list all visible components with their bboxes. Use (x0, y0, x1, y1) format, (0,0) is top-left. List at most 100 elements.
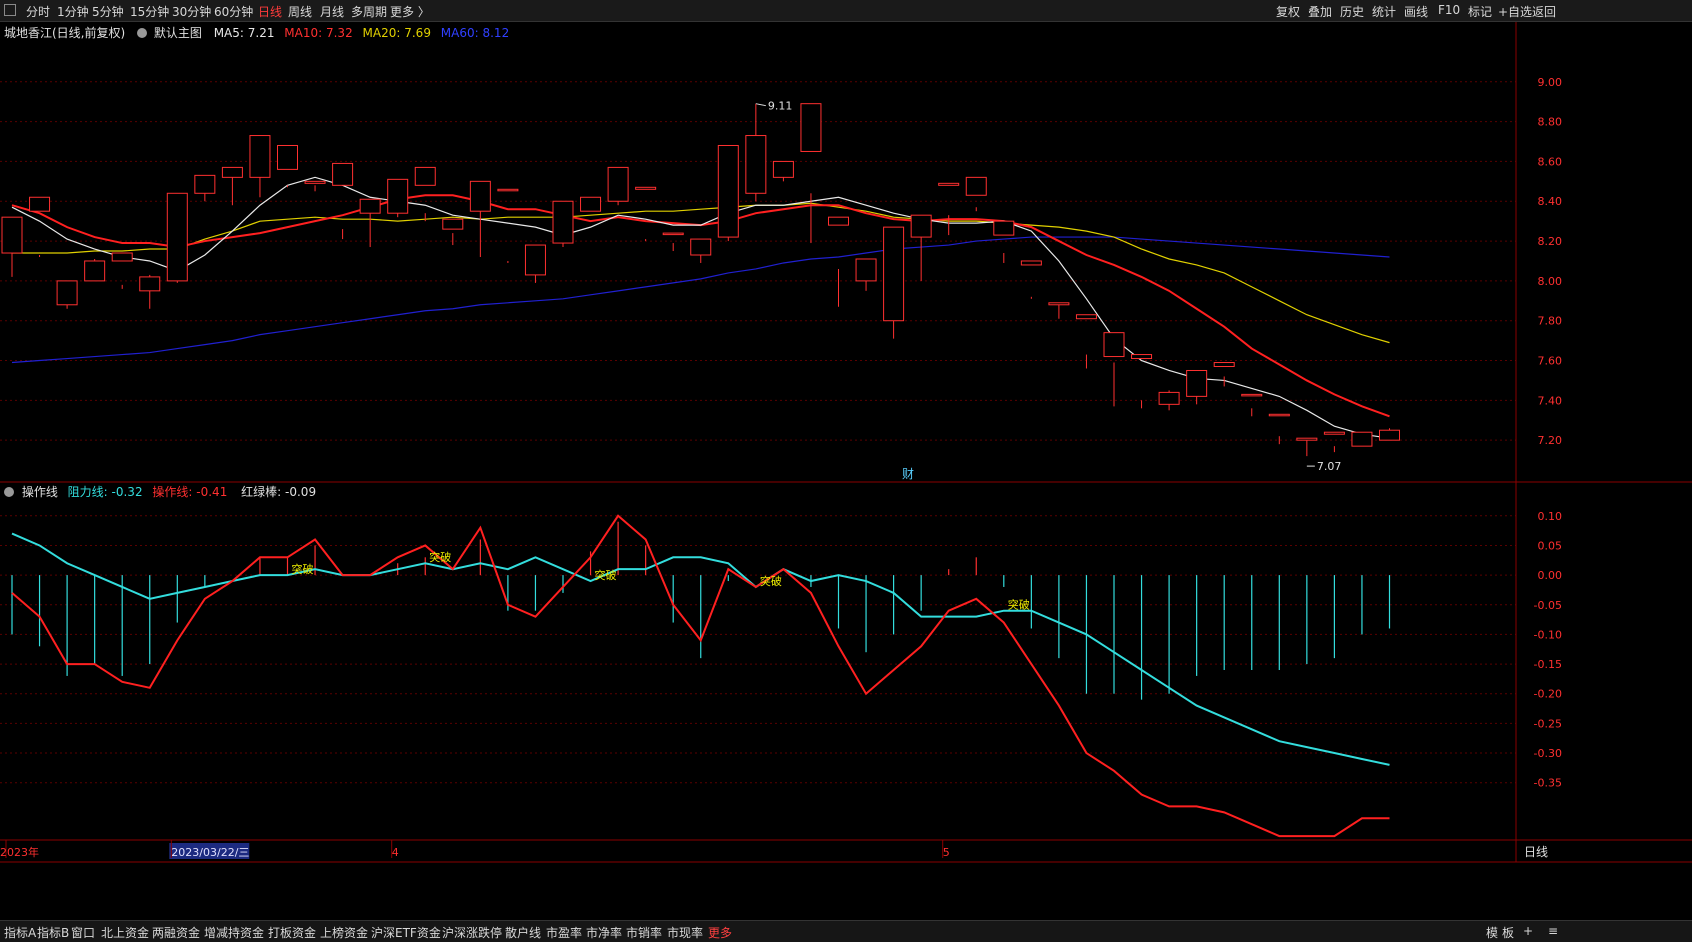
candle-body-up (828, 216, 849, 226)
indicator-tab-12[interactable]: 市净率 (586, 924, 622, 941)
toolbar-right-5[interactable]: F10 (1438, 3, 1460, 17)
indicator-tab-6[interactable]: 打板资金 (268, 924, 316, 941)
candle-body-up (552, 200, 574, 244)
period-tab-9[interactable]: 多周期 (351, 3, 387, 20)
period-tab-5[interactable]: 60分钟 (214, 3, 253, 20)
toolbar-right-0[interactable]: 复权 (1276, 3, 1300, 20)
indicator-tab-1[interactable]: 指标B (37, 924, 69, 941)
candle-body-up (139, 276, 161, 292)
sub-ytick: -0.15 (1534, 658, 1562, 671)
main-ytick: 9.00 (1538, 76, 1563, 89)
main-ytick: 8.60 (1538, 155, 1563, 168)
stock-title: 城地香江(日线,前复权) (4, 26, 126, 40)
indicator-tab-11[interactable]: 市盈率 (546, 924, 582, 941)
candle-body-up (414, 166, 436, 186)
xaxis-label: 4 (392, 846, 399, 859)
period-tab-2[interactable]: 5分钟 (92, 3, 124, 20)
bottom-right-1[interactable]: 板 (1502, 924, 1514, 941)
indicator-tab-15[interactable]: 更多 (708, 924, 732, 941)
main-ytick: 7.60 (1538, 355, 1563, 368)
period-tab-10[interactable]: 更多 〉 (390, 3, 430, 20)
main-ytick: 8.80 (1538, 116, 1563, 129)
indicator-tab-4[interactable]: 两融资金 (152, 924, 200, 941)
toolbar-right-1[interactable]: 叠加 (1308, 3, 1332, 20)
candle-body-up (1186, 369, 1208, 397)
toolbar-right-4[interactable]: 画线 (1404, 3, 1428, 20)
candle-body-up (332, 162, 354, 186)
oper-value: 操作线: -0.41 (152, 485, 228, 499)
indicator-tab-9[interactable]: 沪深涨跌停 (442, 924, 502, 941)
redgreen-value: 红绿棒: -0.09 (241, 485, 317, 499)
xaxis-label: 2023/03/22/三 (171, 846, 249, 859)
candle-body-up (745, 135, 767, 194)
candle-body-up (1158, 391, 1180, 405)
finance-marker: 财 (902, 467, 914, 481)
indicator-tab-14[interactable]: 市现率 (667, 924, 703, 941)
toolbar-right-6[interactable]: 标记 (1468, 3, 1492, 20)
candle-body-up (442, 218, 464, 230)
main-ytick: 8.20 (1538, 235, 1563, 248)
window-icon[interactable] (4, 4, 16, 16)
indicator-tab-8[interactable]: 沪深ETF资金 (371, 924, 441, 941)
sub-ytick: 0.10 (1538, 510, 1563, 523)
breakout-label: 突破 (595, 568, 617, 582)
breakout-label: 突破 (1008, 598, 1030, 612)
main-ytick: 8.00 (1538, 275, 1563, 288)
period-tab-8[interactable]: 月线 (320, 3, 344, 20)
candle-body-up (883, 226, 905, 322)
candle-body-up (469, 180, 491, 212)
toolbar-right-3[interactable]: 统计 (1372, 3, 1396, 20)
breakout-label: 突破 (429, 550, 451, 564)
candle-body-up (580, 196, 602, 212)
candle-body-up (717, 144, 739, 238)
sub-ytick: -0.05 (1534, 599, 1562, 612)
sub-indicator-icon[interactable] (4, 487, 14, 497)
ma10-value: MA10: 7.32 (284, 26, 353, 40)
sub-indicator-name[interactable]: 操作线 (22, 485, 58, 499)
xaxis-label: 2023年 (0, 845, 39, 859)
bottom-right-2[interactable]: + (1523, 924, 1533, 938)
candle-body-up (29, 196, 51, 212)
sub-ytick: -0.35 (1534, 777, 1562, 790)
candle-body-up (607, 166, 629, 202)
template-icon[interactable] (137, 28, 148, 38)
candle-body-up (1048, 302, 1070, 306)
indicator-tab-10[interactable]: 散户线 (505, 924, 541, 941)
indicator-tab-0[interactable]: 指标A (4, 924, 36, 941)
period-tab-4[interactable]: 30分钟 (172, 3, 211, 20)
period-tab-6[interactable]: 日线 (258, 3, 282, 20)
ma60-value: MA60: 8.12 (440, 26, 510, 40)
period-tab-1[interactable]: 1分钟 (57, 3, 89, 20)
period-tab-7[interactable]: 周线 (288, 3, 312, 20)
bottom-indicator-bar: 指标A 指标B 窗口 北上资金 两融资金 增减持资金 打板资金 上榜资金 沪深ETF资金 沪深涨跌… (0, 920, 1692, 942)
candle-body-up (938, 182, 960, 186)
sub-legend: 操作线 阻力线: -0.32 操作线: -0.41 红绿棒: -0.09 (4, 483, 316, 500)
candle-body-up (1351, 431, 1373, 447)
period-tab-0[interactable]: 分时 (26, 3, 50, 20)
candle-body-up (84, 260, 106, 282)
indicator-tab-3[interactable]: 北上资金 (101, 924, 149, 941)
toolbar-right-8[interactable]: 返回 (1532, 3, 1556, 20)
candle-body-up (359, 198, 381, 214)
bottom-right-0[interactable]: 模 (1486, 924, 1498, 941)
main-ytick: 8.40 (1538, 195, 1563, 208)
breakout-label: 突破 (292, 562, 314, 576)
template-label[interactable]: 默认主图 (154, 26, 202, 40)
indicator-tab-7[interactable]: 上榜资金 (320, 924, 368, 941)
indicator-tab-5[interactable]: 增减持资金 (204, 924, 264, 941)
candle-body-up (635, 186, 657, 190)
period-tab-3[interactable]: 15分钟 (130, 3, 169, 20)
toolbar-right-7[interactable]: +自选 (1498, 3, 1532, 20)
candle-body-up (1, 216, 23, 254)
candle-body-up (662, 232, 684, 236)
indicator-tab-2[interactable]: 窗口 (71, 924, 95, 941)
resist-value: 阻力线: -0.32 (67, 485, 143, 499)
sub-ytick: -0.20 (1534, 688, 1562, 701)
bottom-right-3[interactable]: ≡ (1548, 924, 1558, 938)
candle-body-up (965, 176, 987, 196)
candle-body-up (1075, 314, 1097, 320)
toolbar-right-2[interactable]: 历史 (1340, 3, 1364, 20)
candle-body-up (249, 135, 271, 178)
candle-body-up (304, 180, 326, 184)
indicator-tab-13[interactable]: 市销率 (626, 924, 662, 941)
